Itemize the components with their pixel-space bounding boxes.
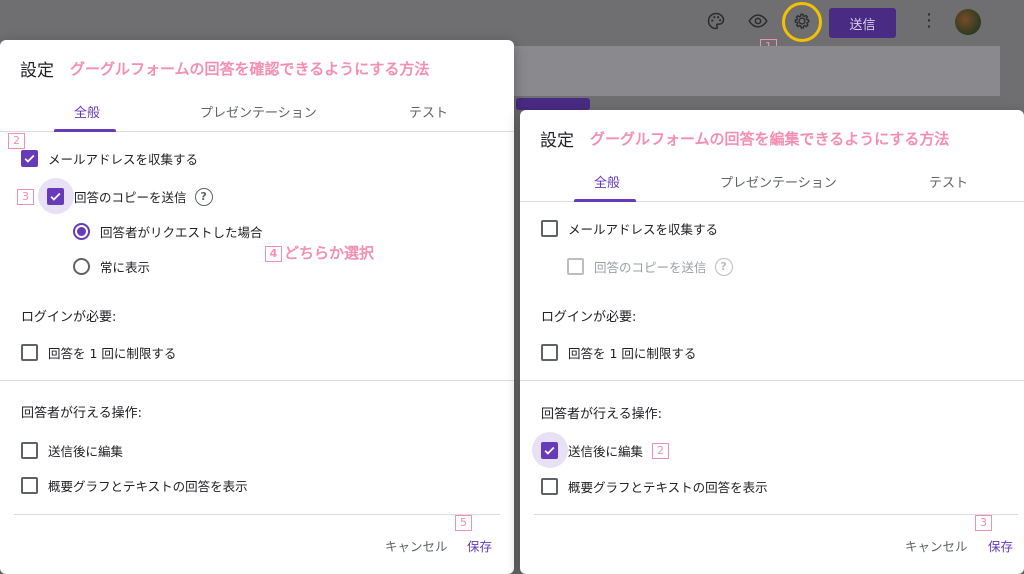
callout-tag: 5 bbox=[455, 515, 472, 531]
callout-tag: 3 bbox=[17, 189, 34, 205]
edit-after-submit-row[interactable]: 送信後に編集 2 bbox=[541, 441, 670, 460]
settings-dialog-right: 設定 グーグルフォームの回答を編集できるようにする方法 全般 プレゼンテーション… bbox=[520, 110, 1024, 574]
collect-email-row[interactable]: メールアドレスを収集する bbox=[21, 149, 198, 168]
tab-presentation[interactable]: プレゼンテーション bbox=[720, 172, 837, 191]
radio-note: 4 どちらか選択 bbox=[265, 242, 374, 263]
limit-one-checkbox[interactable] bbox=[541, 344, 558, 361]
background-chip bbox=[516, 98, 590, 110]
edit-after-submit-label: 送信後に編集 bbox=[568, 444, 644, 459]
tab-test[interactable]: テスト bbox=[409, 102, 448, 121]
view-summary-label: 概要グラフとテキストの回答を表示 bbox=[48, 479, 248, 494]
save-button[interactable]: 保存 bbox=[988, 536, 1013, 555]
radio-on-request-label: 回答者がリクエストした場合 bbox=[100, 225, 263, 240]
send-button[interactable]: 送信 bbox=[829, 8, 896, 38]
respondent-actions-heading: 回答者が行える操作: bbox=[541, 407, 662, 422]
copy-responses-checkbox[interactable] bbox=[47, 188, 64, 205]
limit-one-label: 回答を 1 回に制限する bbox=[568, 346, 697, 361]
edit-after-submit-row[interactable]: 送信後に編集 bbox=[21, 441, 123, 460]
limit-one-row[interactable]: 回答を 1 回に制限する bbox=[21, 343, 176, 362]
radio-note-text: どちらか選択 bbox=[284, 244, 375, 262]
eye-icon[interactable] bbox=[746, 9, 770, 33]
view-summary-row[interactable]: 概要グラフとテキストの回答を表示 bbox=[541, 477, 768, 496]
dialog-title: 設定 bbox=[20, 61, 54, 81]
more-icon[interactable]: ⋮ bbox=[920, 10, 938, 34]
limit-one-checkbox[interactable] bbox=[21, 344, 38, 361]
divider bbox=[534, 514, 1018, 515]
collect-email-label: メールアドレスを収集する bbox=[48, 152, 199, 167]
edit-after-submit-checkbox[interactable] bbox=[21, 442, 38, 459]
radio-always[interactable] bbox=[73, 258, 90, 275]
tab-presentation[interactable]: プレゼンテーション bbox=[200, 102, 317, 121]
gear-icon[interactable] bbox=[790, 9, 814, 33]
dialog-subtitle: グーグルフォームの回答を編集できるようにする方法 bbox=[590, 130, 950, 148]
divider bbox=[0, 380, 514, 381]
collect-email-checkbox[interactable] bbox=[541, 220, 558, 237]
radio-on-request[interactable] bbox=[73, 223, 90, 240]
copy-responses-checkbox bbox=[567, 258, 584, 275]
limit-one-row[interactable]: 回答を 1 回に制限する bbox=[541, 343, 696, 362]
background-page bbox=[480, 46, 1000, 96]
login-required-heading: ログインが必要: bbox=[21, 310, 117, 325]
tab-underline bbox=[574, 199, 636, 202]
radio-always-label: 常に表示 bbox=[100, 260, 151, 275]
help-icon: ? bbox=[714, 257, 733, 276]
edit-after-submit-checkbox[interactable] bbox=[541, 442, 558, 459]
radio-on-request-row[interactable]: 回答者がリクエストした場合 bbox=[73, 222, 263, 241]
copy-responses-row: 回答のコピーを送信 ? bbox=[567, 257, 733, 276]
palette-icon[interactable] bbox=[704, 9, 728, 33]
tab-bar: 全般 プレゼンテーション テスト bbox=[0, 92, 514, 132]
copy-responses-row[interactable]: 回答のコピーを送信 ? bbox=[47, 187, 213, 206]
callout-tag: 4 bbox=[265, 245, 282, 262]
settings-dialog-left: 設定 グーグルフォームの回答を確認できるようにする方法 全般 プレゼンテーション… bbox=[0, 40, 514, 574]
callout-tag: 2 bbox=[8, 133, 25, 149]
help-icon[interactable]: ? bbox=[194, 187, 213, 206]
respondent-actions-heading: 回答者が行える操作: bbox=[21, 406, 142, 421]
collect-email-checkbox[interactable] bbox=[21, 150, 38, 167]
copy-responses-label: 回答のコピーを送信 bbox=[74, 190, 187, 205]
divider bbox=[520, 380, 1024, 381]
cancel-button[interactable]: キャンセル bbox=[905, 536, 968, 555]
limit-one-label: 回答を 1 回に制限する bbox=[48, 346, 177, 361]
avatar[interactable] bbox=[955, 9, 981, 35]
dialog-title: 設定 bbox=[540, 131, 574, 151]
tab-general[interactable]: 全般 bbox=[74, 102, 100, 121]
cancel-button[interactable]: キャンセル bbox=[385, 536, 448, 555]
login-required-heading: ログインが必要: bbox=[541, 310, 637, 325]
edit-after-submit-label: 送信後に編集 bbox=[48, 444, 124, 459]
view-summary-row[interactable]: 概要グラフとテキストの回答を表示 bbox=[21, 476, 248, 495]
divider bbox=[14, 514, 500, 515]
view-summary-checkbox[interactable] bbox=[21, 477, 38, 494]
collect-email-label: メールアドレスを収集する bbox=[568, 222, 719, 237]
callout-tag: 2 bbox=[652, 442, 670, 459]
tab-test[interactable]: テスト bbox=[929, 172, 968, 191]
callout-tag: 3 bbox=[975, 515, 992, 531]
tab-bar: 全般 プレゼンテーション テスト bbox=[520, 162, 1024, 202]
dialog-subtitle: グーグルフォームの回答を確認できるようにする方法 bbox=[70, 60, 430, 78]
tab-underline bbox=[54, 129, 116, 132]
radio-always-row[interactable]: 常に表示 bbox=[73, 257, 150, 276]
tab-general[interactable]: 全般 bbox=[594, 172, 620, 191]
view-summary-label: 概要グラフとテキストの回答を表示 bbox=[568, 480, 768, 495]
copy-responses-label: 回答のコピーを送信 bbox=[594, 260, 707, 275]
view-summary-checkbox[interactable] bbox=[541, 478, 558, 495]
collect-email-row[interactable]: メールアドレスを収集する bbox=[541, 219, 718, 238]
save-button[interactable]: 保存 bbox=[467, 536, 492, 555]
